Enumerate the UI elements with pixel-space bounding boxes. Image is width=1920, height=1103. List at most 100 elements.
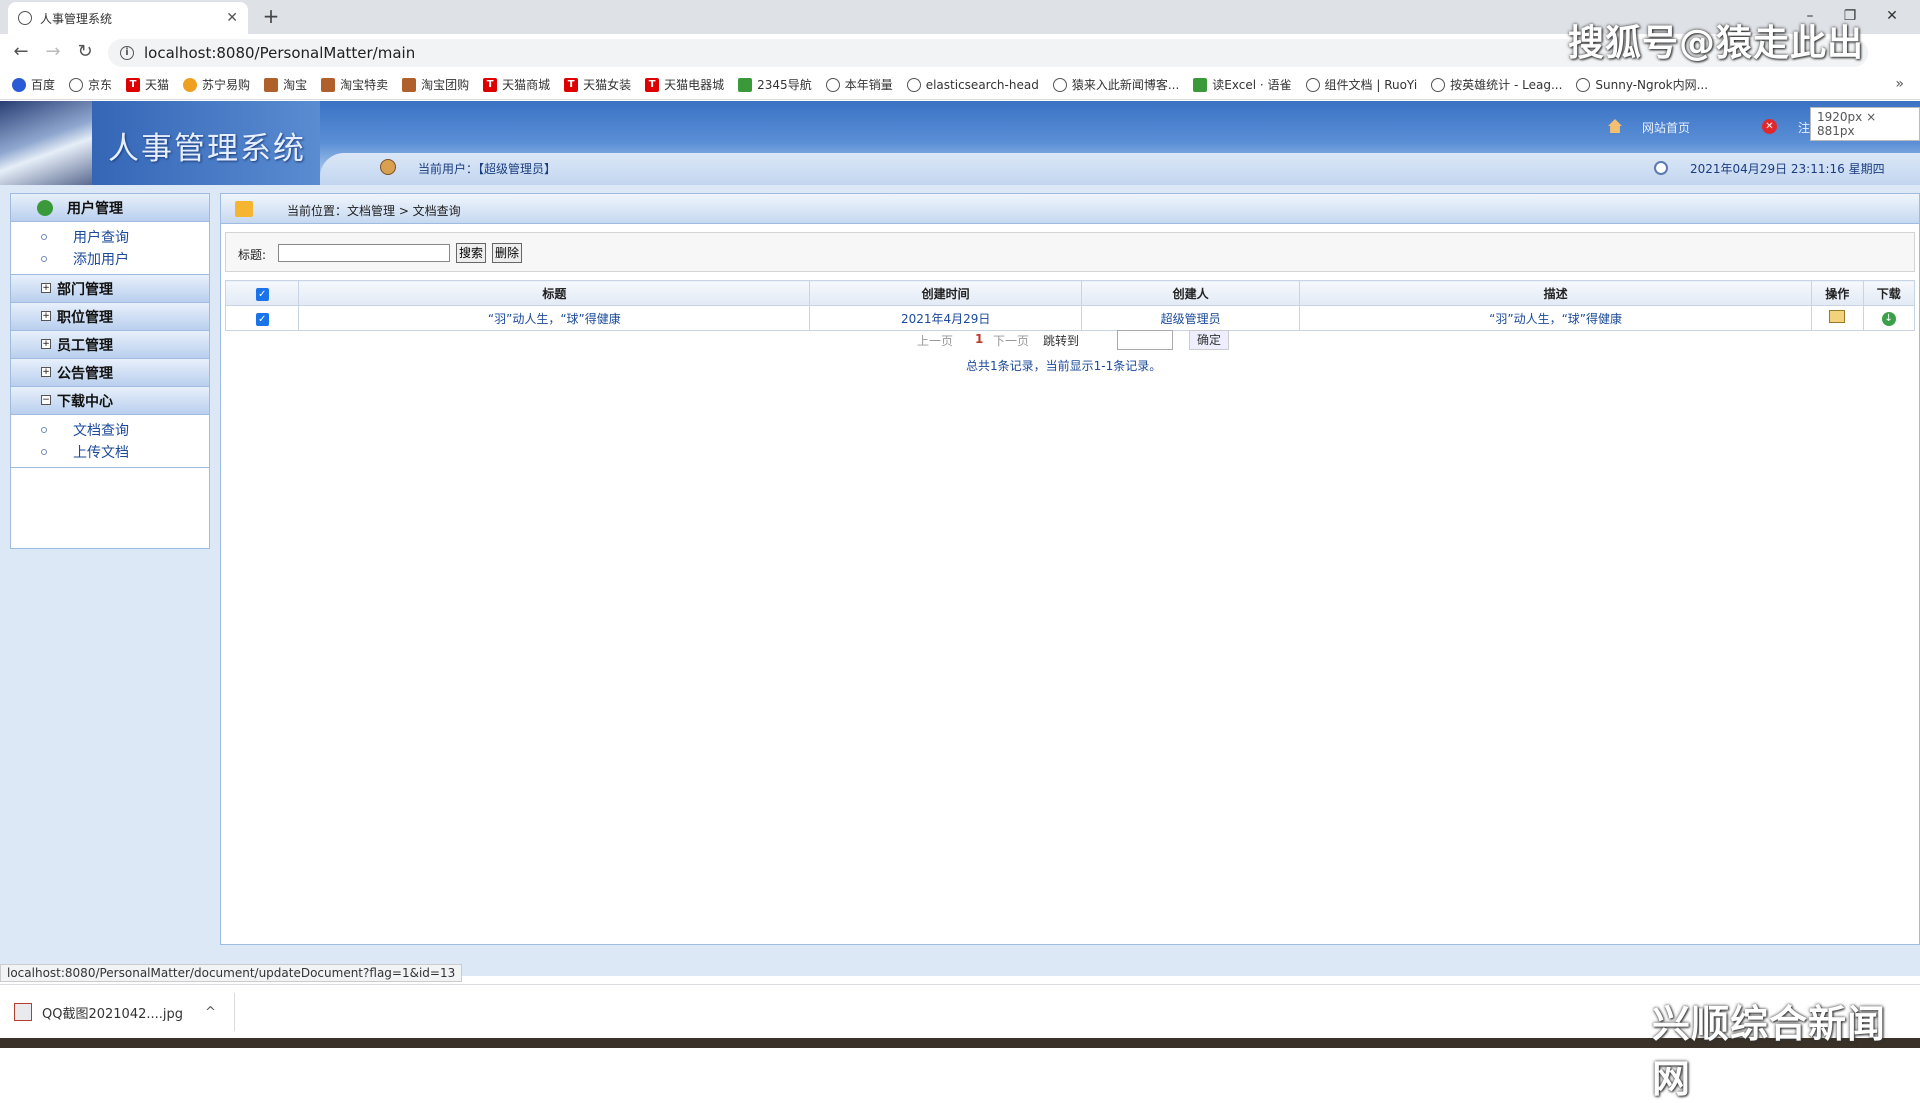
menu-group-job[interactable]: + 职位管理 <box>11 303 209 331</box>
reload-icon[interactable]: ↻ <box>72 40 98 64</box>
row-select-cell[interactable]: ✓ <box>224 305 300 331</box>
forward-icon[interactable]: → <box>40 40 66 64</box>
menu-group-user[interactable]: 用户管理 <box>11 194 209 222</box>
app-header: 人事管理系统 当前用户：【超级管理员】 网站首页 ✕ 注销退出 2021年04月… <box>0 101 1920 185</box>
bookmark-item[interactable]: T 天猫女装 <box>564 76 631 93</box>
download-filename: QQ截图2021042....jpg <box>42 1006 184 1022</box>
bullet-icon <box>41 234 47 240</box>
home-link[interactable]: 网站首页 <box>1642 119 1690 136</box>
size-tooltip: 1920px × 881px <box>1810 107 1920 141</box>
elastic-icon <box>906 77 921 92</box>
divider <box>234 993 235 1031</box>
sidebar-item-add-user[interactable]: 添加用户 <box>11 248 209 270</box>
info-icon[interactable]: i <box>120 46 134 60</box>
bookmark-item[interactable]: 淘宝 <box>264 76 307 93</box>
sidebar-item-user-query[interactable]: 用户查询 <box>11 226 209 248</box>
taobao-icon <box>264 77 279 92</box>
bookmark-item[interactable]: 淘宝团购 <box>402 76 469 93</box>
menu-group-notice[interactable]: + 公告管理 <box>11 359 209 387</box>
delete-button[interactable]: 删除 <box>492 243 523 263</box>
col-created: 创建时间 <box>809 280 1083 306</box>
ruoyi-icon <box>1305 77 1320 92</box>
bullet-icon <box>41 449 47 455</box>
app-title: 人事管理系统 <box>108 131 306 167</box>
row-checkbox[interactable]: ✓ <box>255 312 269 326</box>
search-bar: 标题: 搜索 删除 <box>225 232 1915 272</box>
cell-description: “羽”动人生，“球”得健康 <box>1299 305 1813 331</box>
globe-icon <box>18 11 32 25</box>
table-row: ✓ “羽”动人生，“球”得健康 2021年4月29日 超级管理员 “羽”动人生，… <box>224 305 1915 331</box>
tmall-icon: T <box>483 77 498 92</box>
bookmark-item[interactable]: T 天猫 <box>126 76 169 93</box>
address-url[interactable]: localhost:8080/PersonalMatter/main <box>144 44 415 62</box>
cell-title: “羽”动人生，“球”得健康 <box>298 305 811 331</box>
select-all-checkbox[interactable]: ✓ <box>255 287 269 301</box>
watermark-top: 搜狐号@猿走此出 <box>1568 23 1865 64</box>
tmall-icon: T <box>645 77 660 92</box>
col-creator: 创建人 <box>1081 280 1301 306</box>
breadcrumb-bar: 当前位置：文档管理 > 文档查询 <box>221 194 1919 224</box>
status-url-bar: localhost:8080/PersonalMatter/document/u… <box>0 964 463 982</box>
blog-icon <box>1052 77 1067 92</box>
bookmark-item[interactable]: 按英雄统计 - Leag... <box>1431 76 1562 93</box>
bookmark-item[interactable]: 苏宁易购 <box>183 76 250 93</box>
table-header-row: ✓ 标题 创建时间 创建人 描述 操作 下载 <box>224 280 1915 306</box>
next-page-link[interactable]: 下一页 <box>993 332 1029 349</box>
breadcrumb: 当前位置：文档管理 > 文档查询 <box>287 204 461 218</box>
bullet-icon <box>41 427 47 433</box>
edit-icon[interactable] <box>1829 310 1846 323</box>
col-description: 描述 <box>1299 280 1813 306</box>
bookmark-item[interactable]: T 天猫商城 <box>483 76 550 93</box>
jump-page-input[interactable] <box>1117 330 1173 350</box>
bookmark-item[interactable]: 猿来入此新闻博客... <box>1052 76 1179 93</box>
menu-group-download[interactable]: − 下载中心 <box>11 387 209 415</box>
close-window-icon[interactable]: ✕ <box>1872 4 1912 28</box>
jump-label: 跳转到 <box>1043 334 1080 348</box>
tmall-icon: T <box>126 77 141 92</box>
chevron-up-icon[interactable]: ^ <box>205 1005 216 1020</box>
cell-download: ↓ <box>1862 305 1915 331</box>
bookmarks-overflow-icon[interactable]: » <box>1895 76 1904 92</box>
confirm-button[interactable]: 确定 <box>1189 330 1229 350</box>
download-item[interactable]: QQ截图2021042....jpg ^ <box>14 999 224 1025</box>
submenu-user: 用户查询 添加用户 <box>11 222 209 275</box>
tab-title: 人事管理系统 <box>40 11 113 26</box>
landscape-logo-image <box>0 101 92 185</box>
home-icon[interactable] <box>1608 119 1622 133</box>
submenu-download: 文档查询 上传文档 <box>11 415 209 468</box>
collapse-icon: − <box>41 395 51 405</box>
bookmark-item[interactable]: 组件文档 | RuoYi <box>1305 76 1417 93</box>
bookmark-item[interactable]: 读Excel · 语雀 <box>1193 76 1292 93</box>
prev-page-link[interactable]: 上一页 <box>917 332 953 349</box>
sidebar: 用户管理 用户查询 添加用户 + 部门管理 + 职位管理 + 员工管理 + 公告管理 −… <box>10 193 210 549</box>
bookmark-item[interactable]: T 天猫电器城 <box>645 76 724 93</box>
new-tab-button[interactable]: + <box>258 4 284 30</box>
bookmark-item[interactable]: 淘宝特卖 <box>321 76 388 93</box>
select-all-cell[interactable]: ✓ <box>224 280 300 306</box>
cell-created: 2021年4月29日 <box>809 305 1083 331</box>
bookmark-item[interactable]: elasticsearch-head <box>906 77 1039 92</box>
tmall-icon: T <box>564 77 579 92</box>
menu-group-dept[interactable]: + 部门管理 <box>11 275 209 303</box>
bookmark-item[interactable]: 本年销量 <box>825 76 893 93</box>
back-icon[interactable]: ← <box>8 40 34 64</box>
browser-tab[interactable]: 人事管理系统 ✕ <box>8 2 248 34</box>
sidebar-item-doc-query[interactable]: 文档查询 <box>11 419 209 441</box>
suning-icon <box>183 77 198 92</box>
yuque-icon <box>1193 77 1208 92</box>
menu-group-employee[interactable]: + 员工管理 <box>11 331 209 359</box>
bookmark-item[interactable]: 百度 <box>12 76 55 93</box>
sidebar-item-upload-doc[interactable]: 上传文档 <box>11 441 209 463</box>
bookmark-item[interactable]: 2345导航 <box>738 76 812 93</box>
download-icon[interactable]: ↓ <box>1881 312 1896 326</box>
bookmark-item[interactable]: Sunny-Ngrok内网... <box>1576 76 1708 93</box>
logout-icon[interactable]: ✕ <box>1762 119 1777 134</box>
search-button[interactable]: 搜索 <box>456 243 487 263</box>
location-icon <box>235 201 253 217</box>
image-file-icon <box>14 1003 32 1021</box>
cell-creator: 超级管理员 <box>1081 305 1301 331</box>
record-summary: 总共1条记录，当前显示1-1条记录。 <box>966 359 1162 373</box>
bookmark-item[interactable]: 京东 <box>69 76 112 93</box>
close-tab-icon[interactable]: ✕ <box>226 10 238 26</box>
title-search-input[interactable] <box>278 244 450 262</box>
